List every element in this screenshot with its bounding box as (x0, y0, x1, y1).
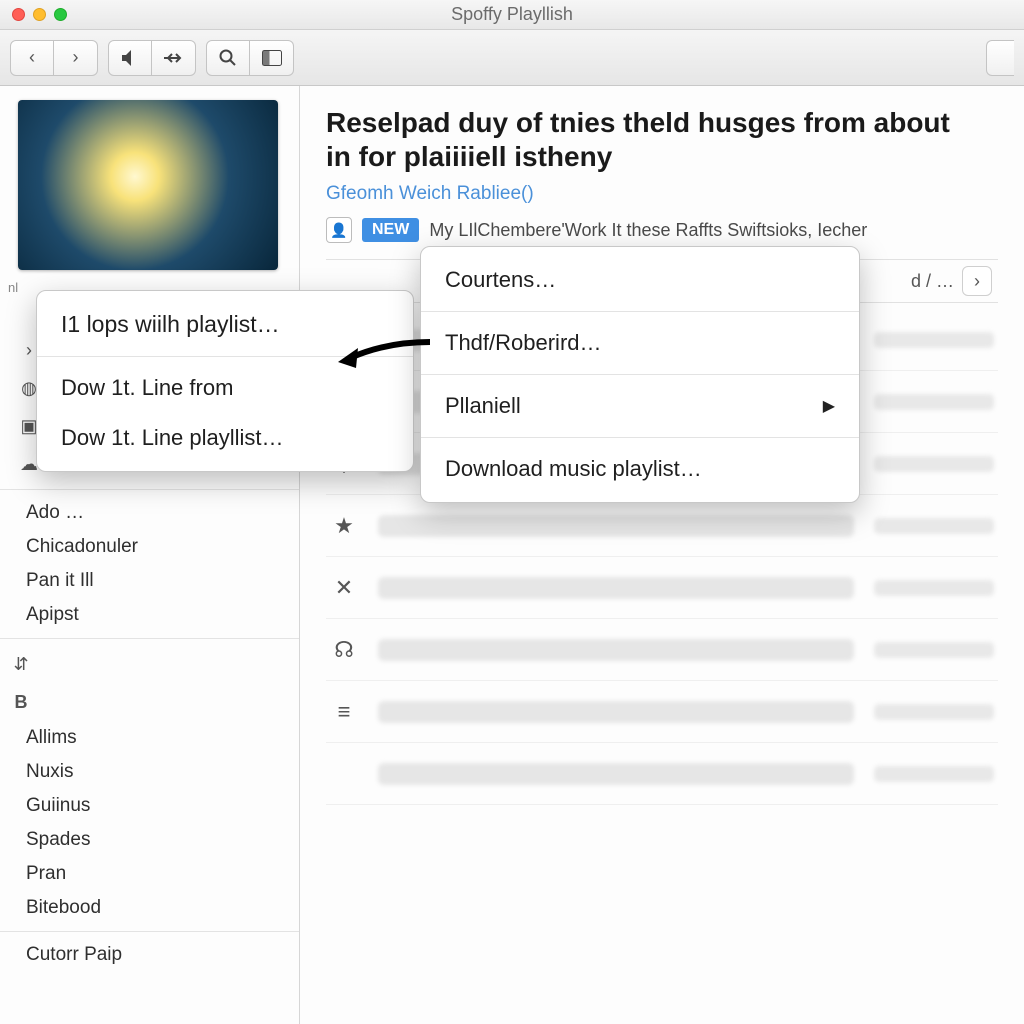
track-row[interactable] (326, 743, 998, 805)
menu-item-label: Dow 1t. Line from (61, 375, 233, 401)
track-row[interactable]: ☊ (326, 619, 998, 681)
person-icon: 👤 (330, 222, 347, 239)
menu-item-label: Pllaniell (445, 393, 521, 419)
back-button[interactable]: ‹ (10, 40, 54, 76)
sidebar-item[interactable]: Pan it Ill (0, 564, 299, 598)
menu-item-label: Courtens… (445, 267, 556, 293)
window-title: Spoffy Playllish (0, 4, 1024, 25)
sidebar-item-label: Nuxis (26, 761, 74, 783)
track-row[interactable]: ≡ (326, 681, 998, 743)
zoom-window-button[interactable] (54, 8, 67, 21)
sidebar-divider (0, 489, 299, 490)
menu-item-line-from[interactable]: Dow 1t. Line from (37, 363, 413, 413)
menu-item-label: Dow 1t. Line playllist… (61, 425, 284, 451)
sidebar-item-bold[interactable]: B (0, 683, 299, 721)
sidebar-item-label: Bitebood (26, 897, 101, 919)
chevron-right-icon: › (73, 47, 79, 68)
byline-link[interactable]: Gfeomh Weich Rabliee() (326, 183, 998, 205)
menu-item-loops-with-playlist[interactable]: I1 lops wiilh playlist… (37, 299, 413, 350)
star-icon: ★ (330, 513, 358, 539)
sidebar-item-label: Chicadonuler (26, 536, 138, 558)
sidebar-divider (0, 931, 299, 932)
window-titlebar: Spoffy Playllish (0, 0, 1024, 30)
letter-b-icon: B (10, 691, 32, 713)
sidebar-item-label: Pran (26, 863, 66, 885)
new-badge: NEW (362, 218, 419, 242)
playback-button-group (108, 40, 196, 76)
sidebar-item[interactable]: Chicadonuler (0, 530, 299, 564)
minimize-window-button[interactable] (33, 8, 46, 21)
sidebar-item-label: Allims (26, 727, 77, 749)
track-row[interactable]: ✕ (326, 557, 998, 619)
author-avatar[interactable]: 👤 (326, 217, 352, 243)
page-title: Reselpad duy of tnies theld husges from … (326, 106, 966, 173)
sidebar-item-sort[interactable]: ⇵ (0, 645, 299, 683)
context-menu-actions: Courtens… Thdf/Roberird… Pllaniell ▶ Down… (420, 246, 860, 503)
track-row[interactable]: ★ (326, 495, 998, 557)
view-button-group (206, 40, 294, 76)
chevron-right-icon: › (974, 271, 980, 292)
nav-button-group: ‹ › (10, 40, 98, 76)
sidebar-item-label: Pan it Ill (26, 570, 94, 592)
sidebar-toggle-button[interactable] (250, 40, 294, 76)
sidebar-item[interactable]: Nuxis (0, 755, 299, 789)
toolbar: ‹ › (0, 30, 1024, 86)
menu-item-line-playlist[interactable]: Dow 1t. Line playllist… (37, 413, 413, 463)
search-button[interactable] (206, 40, 250, 76)
menu-divider (421, 437, 859, 438)
tabs-right-label: d / … (911, 271, 954, 292)
traffic-lights (12, 8, 67, 21)
search-icon (219, 49, 237, 67)
sidebar: nl › ◍ ▣ ☁ Ado … Chicadonuler Pan it Ill… (0, 86, 300, 1024)
submenu-arrow-icon: ▶ (823, 396, 835, 416)
x-icon: ✕ (330, 575, 358, 601)
sidebar-item-label: Spades (26, 829, 90, 851)
sidebar-item[interactable]: Cutorr Paip (0, 938, 299, 972)
context-menu-playlist: I1 lops wiilh playlist… Dow 1t. Line fro… (36, 290, 414, 472)
menu-icon: ≡ (330, 699, 358, 725)
sidebar-item[interactable]: Ado … (0, 496, 299, 530)
sidebar-item-label: Cutorr Paip (26, 944, 122, 966)
menu-item-courtens[interactable]: Courtens… (421, 255, 859, 305)
sort-icon: ⇵ (10, 653, 32, 675)
sidebar-item-label: Guiinus (26, 795, 90, 817)
sidebar-item[interactable]: Guiinus (0, 789, 299, 823)
menu-item-download-playlist[interactable]: Download music playlist… (421, 444, 859, 494)
chevron-left-icon: ‹ (29, 47, 35, 68)
menu-item-roberird[interactable]: Thdf/Roberird… (421, 318, 859, 368)
sidebar-item[interactable]: Spades (0, 823, 299, 857)
now-playing-artwork[interactable] (18, 100, 278, 270)
sidebar-item[interactable]: Apipst (0, 598, 299, 632)
menu-item-label: Download music playlist… (445, 456, 702, 482)
mute-button[interactable] (108, 40, 152, 76)
panel-icon (262, 50, 282, 66)
speaker-icon (120, 49, 140, 67)
main-panel: Reselpad duy of tnies theld husges from … (300, 86, 1024, 1024)
sidebar-item[interactable]: Allims (0, 721, 299, 755)
menu-item-pllaniell[interactable]: Pllaniell ▶ (421, 381, 859, 431)
meta-row: 👤 NEW My LIlChembere'Work It these Rafft… (326, 217, 998, 243)
sidebar-divider (0, 638, 299, 639)
sidebar-item-label: Apipst (26, 604, 79, 626)
swap-icon (163, 51, 185, 65)
sidebar-item-label: Ado … (26, 502, 84, 524)
shuffle-button[interactable] (152, 40, 196, 76)
menu-divider (421, 311, 859, 312)
menu-divider (37, 356, 413, 357)
menu-item-label: Thdf/Roberird… (445, 330, 602, 356)
next-page-button[interactable]: › (962, 266, 992, 296)
toolbar-overflow-button[interactable] (986, 40, 1014, 76)
menu-item-label: I1 lops wiilh playlist… (61, 311, 280, 338)
sidebar-item[interactable]: Pran (0, 857, 299, 891)
content-area: nl › ◍ ▣ ☁ Ado … Chicadonuler Pan it Ill… (0, 86, 1024, 1024)
sidebar-item[interactable]: Bitebood (0, 891, 299, 925)
forward-button[interactable]: › (54, 40, 98, 76)
meta-text: My LIlChembere'Work It these Raffts Swif… (429, 220, 867, 241)
close-window-button[interactable] (12, 8, 25, 21)
share-icon: ☊ (330, 637, 358, 663)
menu-divider (421, 374, 859, 375)
